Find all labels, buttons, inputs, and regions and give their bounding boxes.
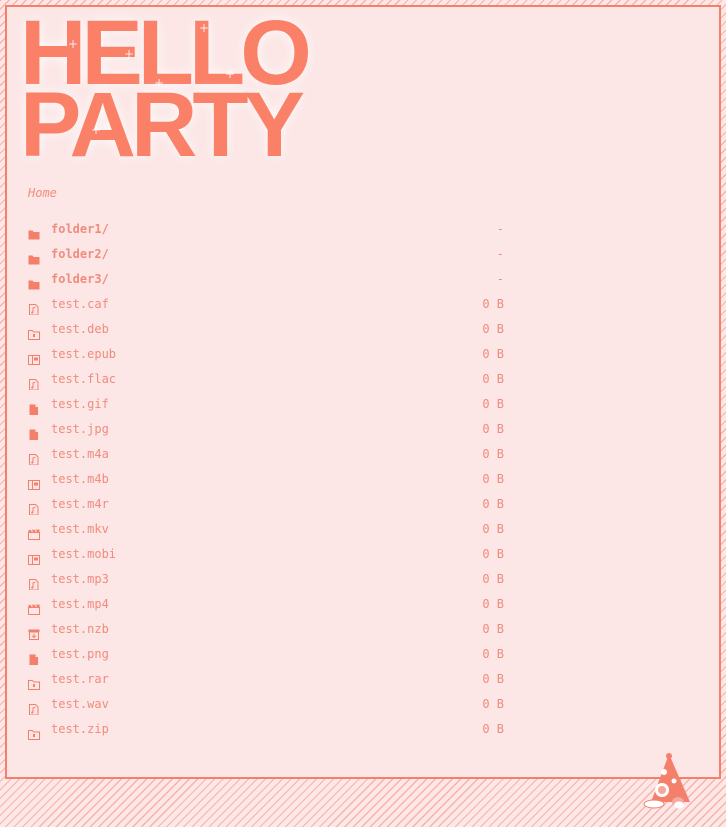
book-icon <box>28 349 40 365</box>
file-size: 0 B <box>482 447 504 461</box>
file-size: 0 B <box>482 697 504 711</box>
file-row: test.m4a 0 B <box>7 442 719 467</box>
title-line-party: PARTY <box>20 74 305 176</box>
image-file-icon <box>28 424 40 440</box>
sparkle-icon: + <box>225 67 236 81</box>
file-link[interactable]: test.caf <box>51 292 109 317</box>
file-row: test.zip 0 B <box>7 717 719 742</box>
video-icon <box>28 599 40 615</box>
sparkle-icon: + <box>91 123 102 137</box>
sparkle-icon: + <box>199 21 210 35</box>
file-link[interactable]: test.zip <box>51 717 109 742</box>
file-size: 0 B <box>482 372 504 386</box>
file-row: test.nzb 0 B <box>7 617 719 642</box>
audio-file-icon <box>28 449 40 466</box>
file-size: 0 B <box>482 622 504 636</box>
file-size: 0 B <box>482 597 504 611</box>
file-link[interactable]: test.flac <box>51 367 116 392</box>
archive-icon <box>28 724 40 740</box>
file-row: test.caf 0 B <box>7 292 719 317</box>
file-row: folder1/ - <box>7 217 719 242</box>
file-link[interactable]: test.rar <box>51 667 109 692</box>
folder-link[interactable]: folder1/ <box>51 217 109 242</box>
file-row: test.mobi 0 B <box>7 542 719 567</box>
file-size: 0 B <box>482 322 504 336</box>
file-list: folder1/- folder2/- folder3/- test.caf 0 Bte… <box>7 217 719 742</box>
file-link[interactable]: test.mp4 <box>51 592 109 617</box>
archive-icon <box>28 324 40 340</box>
file-size: 0 B <box>482 647 504 661</box>
file-row: test.m4r 0 B <box>7 492 719 517</box>
file-link[interactable]: test.gif <box>51 392 109 417</box>
sparkle-icon: + <box>154 76 165 90</box>
file-row: folder3/ - <box>7 267 719 292</box>
file-size: 0 B <box>482 397 504 411</box>
file-link[interactable]: test.mkv <box>51 517 109 542</box>
file-size: 0 B <box>482 672 504 686</box>
file-link[interactable]: test.mobi <box>51 542 116 567</box>
audio-file-icon <box>28 699 40 716</box>
file-size: 0 B <box>482 572 504 586</box>
file-row: test.deb 0 B <box>7 317 719 342</box>
file-row: test.gif 0 B <box>7 392 719 417</box>
image-file-icon <box>28 399 40 415</box>
party-hat-icon <box>643 753 690 809</box>
archive-icon <box>28 674 40 690</box>
file-row: folder2/ - <box>7 242 719 267</box>
file-link[interactable]: test.deb <box>51 317 109 342</box>
file-link[interactable]: test.mp3 <box>51 567 109 592</box>
file-size: - <box>496 272 504 286</box>
file-link[interactable]: test.epub <box>51 342 116 367</box>
file-row: test.wav 0 B <box>7 692 719 717</box>
breadcrumb-home[interactable]: Home <box>28 186 57 200</box>
file-link[interactable]: test.m4b <box>51 467 109 492</box>
file-link[interactable]: test.m4a <box>51 442 109 467</box>
file-row: test.mp3 0 B <box>7 567 719 592</box>
file-size: 0 B <box>482 722 504 736</box>
file-row: test.mp4 0 B <box>7 592 719 617</box>
file-size: 0 B <box>482 422 504 436</box>
audio-file-icon <box>28 374 40 391</box>
book-icon <box>28 474 40 490</box>
file-size: 0 B <box>482 297 504 311</box>
folder-link[interactable]: folder2/ <box>51 242 109 267</box>
folder-link[interactable]: folder3/ <box>51 267 109 292</box>
audio-file-icon <box>28 299 40 316</box>
image-file-icon <box>28 649 40 665</box>
folder-icon <box>28 224 40 240</box>
file-size: 0 B <box>482 547 504 561</box>
file-row: test.rar 0 B <box>7 667 719 692</box>
download-file-icon <box>28 624 40 640</box>
sparkle-icon: + <box>68 37 79 51</box>
file-size: 0 B <box>482 497 504 511</box>
file-link[interactable]: test.jpg <box>51 417 109 442</box>
book-icon <box>28 549 40 565</box>
file-row: test.jpg 0 B <box>7 417 719 442</box>
audio-file-icon <box>28 499 40 516</box>
file-size: 0 B <box>482 472 504 486</box>
sparkle-icon: + <box>124 47 135 61</box>
file-size: 0 B <box>482 347 504 361</box>
file-size: - <box>496 247 504 261</box>
folder-icon <box>28 274 40 290</box>
audio-file-icon <box>28 574 40 591</box>
main-panel: HELLO PARTY + + + + + + Home folder1/- fo… <box>5 5 721 779</box>
file-row: test.m4b 0 B <box>7 467 719 492</box>
file-size: - <box>496 222 504 236</box>
file-link[interactable]: test.wav <box>51 692 109 717</box>
video-icon <box>28 524 40 540</box>
file-link[interactable]: test.nzb <box>51 617 109 642</box>
file-row: test.png 0 B <box>7 642 719 667</box>
file-link[interactable]: test.m4r <box>51 492 109 517</box>
file-row: test.mkv 0 B <box>7 517 719 542</box>
file-link[interactable]: test.png <box>51 642 109 667</box>
file-size: 0 B <box>482 522 504 536</box>
file-row: test.flac 0 B <box>7 367 719 392</box>
file-row: test.epub 0 B <box>7 342 719 367</box>
folder-icon <box>28 249 40 265</box>
